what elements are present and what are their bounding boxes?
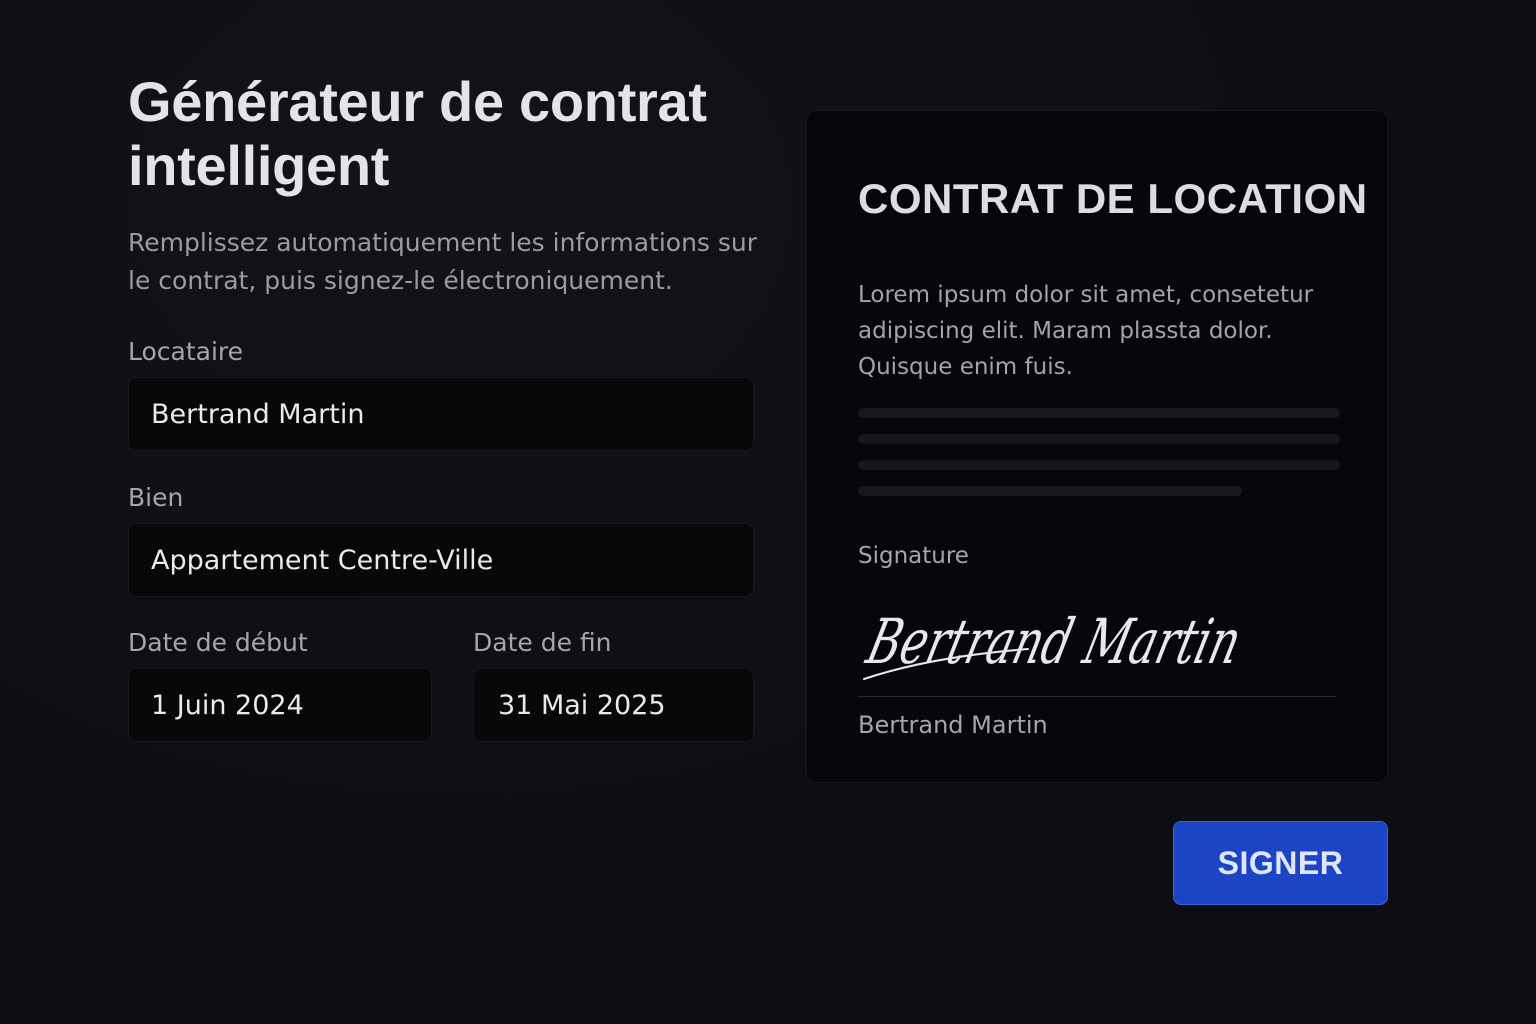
contract-title: CONTRAT DE LOCATION	[858, 175, 1368, 222]
signature-label: Signature	[858, 543, 969, 569]
property-field-group: Bien Appartement Centre-Ville	[128, 483, 754, 597]
signature-line	[858, 696, 1336, 697]
contract-generator-page: Générateur de contrat intelligent Rempli…	[0, 0, 1536, 1024]
tenant-label: Locataire	[128, 337, 244, 366]
tenant-input[interactable]: Bertrand Martin	[128, 377, 754, 451]
signature-script: Bertrand Martin	[860, 606, 1249, 678]
property-input[interactable]: Appartement Centre-Ville	[128, 523, 754, 597]
tenant-field-group: Locataire Bertrand Martin	[128, 337, 754, 451]
end-date-label: Date de fin	[473, 628, 612, 657]
text-placeholder-line	[858, 434, 1340, 444]
start-date-field-group: Date de début 1 Juin 2024	[128, 628, 432, 742]
contract-body-text: Lorem ipsum dolor sit amet, consetetur a…	[858, 282, 1314, 380]
sign-button[interactable]: SIGNER	[1173, 821, 1388, 905]
property-label: Bien	[128, 483, 184, 512]
end-date-field-group: Date de fin 31 Mai 2025	[473, 628, 754, 742]
start-date-label: Date de début	[128, 628, 308, 657]
text-placeholder-line	[858, 408, 1340, 418]
end-date-input[interactable]: 31 Mai 2025	[473, 668, 754, 742]
start-date-input[interactable]: 1 Juin 2024	[128, 668, 432, 742]
page-subtitle: Remplissez automatiquement les informati…	[128, 228, 758, 295]
text-placeholder-line	[858, 486, 1242, 496]
handwritten-signature: Bertrand Martin	[860, 606, 1249, 680]
page-title: Générateur de contrat intelligent	[128, 70, 707, 197]
signer-name: Bertrand Martin	[858, 711, 1048, 739]
form-section: Générateur de contrat intelligent Rempli…	[128, 70, 757, 300]
contract-preview-card: CONTRAT DE LOCATION Lorem ipsum dolor si…	[806, 110, 1388, 783]
text-placeholder-line	[858, 460, 1340, 470]
